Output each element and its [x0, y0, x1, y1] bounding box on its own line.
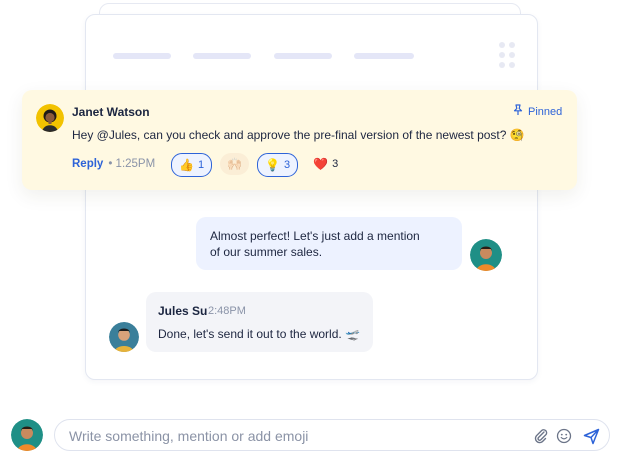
drag-handle-icon[interactable] [499, 42, 515, 68]
reaction-count: 3 [283, 159, 291, 171]
message-composer [54, 419, 610, 451]
skeleton-bar [354, 53, 414, 59]
reply-button[interactable]: Reply [72, 158, 103, 170]
message-time: 2:48PM [208, 305, 246, 317]
pinned-indicator[interactable]: Pinned [512, 104, 562, 119]
reactions-bar: 👍 1 🙌🏻 💡 3 ❤️ 3 [171, 153, 345, 177]
pinned-label: Pinned [528, 105, 563, 118]
skeleton-bar [193, 53, 251, 59]
avatar-janet[interactable] [36, 104, 64, 132]
author-name: Jules Su [158, 304, 208, 318]
reaction-raised-hands[interactable]: 🙌🏻 [220, 153, 250, 175]
pin-icon [512, 104, 524, 119]
avatar-me[interactable] [470, 239, 502, 271]
author-name: Janet Watson [72, 105, 150, 119]
paperclip-icon[interactable] [532, 427, 550, 445]
light-bulb-icon: 💡 [265, 158, 280, 172]
message-time: • 1:25PM [108, 158, 156, 170]
raised-hands-icon: 🙌🏻 [227, 157, 243, 171]
reaction-heart[interactable]: ❤️ 3 [306, 153, 345, 175]
thumbs-up-icon: 👍 [179, 158, 194, 172]
message-input[interactable] [67, 425, 511, 447]
pinned-message: Janet Watson Pinned Hey @Jules, can you … [22, 90, 577, 190]
reaction-count: 3 [332, 158, 339, 170]
skeleton-bar [274, 53, 332, 59]
avatar-current-user[interactable] [11, 419, 43, 451]
avatar-jules[interactable] [109, 322, 139, 352]
reaction-count: 1 [197, 159, 205, 171]
message-text: Done, let's send it out to the world. 🛫 [158, 327, 361, 341]
message-text-line: of our summer sales. [210, 245, 323, 259]
skeleton-bar [113, 53, 171, 59]
heart-icon: ❤️ [313, 157, 329, 171]
incoming-message: Jules Su 2:48PM Done, let's send it out … [146, 292, 373, 352]
outgoing-message: Almost perfect! Let's just add a mention… [196, 217, 462, 270]
reaction-light-bulb[interactable]: 💡 3 [257, 153, 299, 177]
message-meta: Reply • 1:25PM [72, 158, 155, 170]
reaction-thumbs-up[interactable]: 👍 1 [171, 153, 213, 177]
emoji-icon[interactable] [555, 427, 573, 445]
message-text-line: Almost perfect! Let's just add a mention [210, 229, 420, 243]
message-text: Hey @Jules, can you check and approve th… [72, 128, 525, 142]
send-icon[interactable] [582, 427, 600, 445]
